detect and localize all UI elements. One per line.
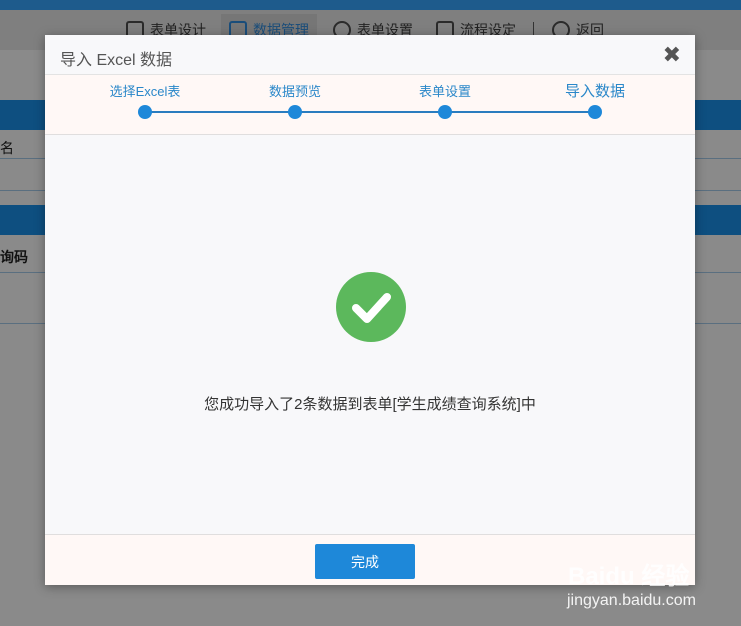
app-header-stripe [0, 0, 741, 10]
steps-progress-line [145, 111, 595, 113]
step-label-form-settings: 表单设置 [418, 84, 471, 99]
bg-field-label: 名 [0, 140, 14, 156]
step-label-import-data: 导入数据 [564, 83, 625, 100]
step-dot [288, 105, 302, 119]
import-steps: 选择Excel表 数据预览 表单设置 导入数据 [45, 75, 695, 135]
step-dot-current [588, 105, 602, 119]
import-excel-dialog: 导入 Excel 数据 ✖ 选择Excel表 数据预览 表单设置 导入数据 您成… [45, 35, 695, 585]
baidu-jingyan-watermark: Baidu 经验 [568, 563, 690, 590]
dialog-content: 您成功导入了2条数据到表单[学生成绩查询系统]中 [45, 136, 695, 534]
dialog-title: 导入 Excel 数据 [60, 52, 173, 69]
finish-button[interactable]: 完成 [315, 544, 415, 579]
success-check-icon [336, 272, 406, 342]
step-label-data-preview: 数据预览 [268, 84, 321, 99]
close-icon[interactable]: ✖ [663, 44, 681, 66]
step-label-select-excel: 选择Excel表 [109, 84, 181, 99]
dialog-header: 导入 Excel 数据 ✖ [45, 35, 695, 75]
step-dot [138, 105, 152, 119]
step-dot [438, 105, 452, 119]
bg-field-label: 询码 [0, 249, 28, 265]
success-message: 您成功导入了2条数据到表单[学生成绩查询系统]中 [204, 396, 536, 413]
watermark-url: jingyan.baidu.com [567, 592, 696, 609]
